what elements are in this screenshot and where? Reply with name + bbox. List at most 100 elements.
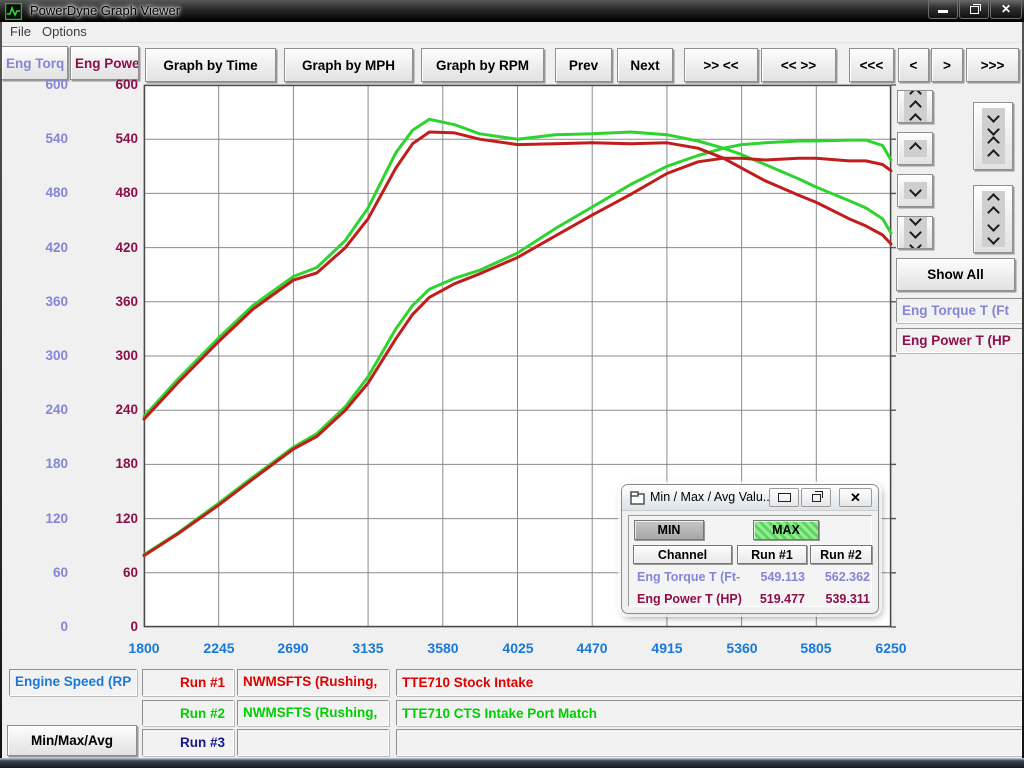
- minmax-window: Min / Max / Avg Valu... ✕ MIN MAX Channe…: [621, 484, 879, 614]
- run1-note: TTE710 Stock Intake: [396, 669, 1022, 696]
- torque-run2-max: 562.362: [808, 569, 870, 585]
- restore-icon: [970, 6, 979, 14]
- run1-label[interactable]: Run #1: [142, 669, 234, 696]
- expand-chevrons-icon: [982, 191, 1005, 247]
- y-tick-label: 240: [2, 402, 68, 418]
- app-icon: [5, 3, 22, 20]
- x-tick-label: 5360: [707, 640, 777, 656]
- scroll-back-button[interactable]: <: [898, 48, 929, 82]
- scale-down-fast-button[interactable]: [897, 216, 933, 249]
- minmax-window-icon: [630, 491, 646, 505]
- minmax-close-button[interactable]: ✕: [839, 488, 872, 507]
- minmax-minimize-button[interactable]: [769, 488, 799, 507]
- x-tick-label: 5805: [781, 640, 851, 656]
- min-button[interactable]: MIN: [634, 520, 704, 540]
- x-tick-label: 4915: [632, 640, 702, 656]
- y-tick-label: 180: [2, 456, 68, 472]
- y-tick-label: 600: [2, 77, 68, 93]
- channel-column-header[interactable]: Channel: [633, 545, 732, 564]
- x-tick-label: 4025: [483, 640, 553, 656]
- y-tick-label: 60: [72, 565, 138, 581]
- zoom-out-button[interactable]: << >>: [761, 48, 836, 82]
- run1-column-header[interactable]: Run #1: [737, 545, 807, 564]
- show-all-button[interactable]: Show All: [896, 258, 1015, 291]
- title-bar: PowerDyne Graph Viewer ✕: [0, 0, 1024, 22]
- y-tick-label: 600: [72, 77, 138, 93]
- run2-note: TTE710 CTS Intake Port Match: [396, 700, 1022, 726]
- torque-channel-label[interactable]: Eng Torque T (Ft: [896, 298, 1023, 323]
- power-channel-label[interactable]: Eng Power T (HP: [896, 328, 1023, 353]
- menu-file[interactable]: File: [4, 22, 37, 42]
- y-tick-label: 360: [2, 294, 68, 310]
- power-run2-max: 539.311: [808, 591, 870, 607]
- minmax-window-title: Min / Max / Avg Valu...: [650, 490, 773, 504]
- minmax-restore-button[interactable]: [801, 488, 831, 507]
- x-tick-label: 1800: [109, 640, 179, 656]
- run2-label[interactable]: Run #2: [142, 700, 234, 726]
- run3-label[interactable]: Run #3: [142, 729, 234, 756]
- prev-button[interactable]: Prev: [555, 48, 612, 82]
- scroll-forward-button[interactable]: >: [931, 48, 963, 82]
- y-tick-label: 60: [2, 565, 68, 581]
- y-tick-label: 480: [2, 185, 68, 201]
- y-tick-label: 300: [2, 348, 68, 364]
- torque-run1-max: 549.113: [737, 569, 805, 585]
- tab-eng-power[interactable]: Eng Powe: [70, 46, 139, 80]
- restore-button[interactable]: [959, 0, 989, 19]
- y-tick-label: 0: [2, 619, 68, 635]
- close-button[interactable]: ✕: [990, 0, 1022, 19]
- minimize-icon: [938, 10, 948, 13]
- max-button[interactable]: MAX: [753, 520, 819, 540]
- minmaxavg-button[interactable]: Min/Max/Avg: [7, 725, 137, 756]
- y-tick-label: 300: [72, 348, 138, 364]
- collapse-chevrons-icon: [982, 108, 1005, 164]
- y-tick-label: 420: [72, 240, 138, 256]
- scale-up-fast-button[interactable]: [897, 90, 933, 123]
- scale-up-button[interactable]: [897, 132, 933, 165]
- down-chevron-icon: [904, 182, 927, 199]
- minimize-icon: [778, 493, 791, 502]
- triple-down-chevron-icon: [904, 216, 927, 249]
- y-tick-label: 120: [72, 511, 138, 527]
- menu-options[interactable]: Options: [36, 22, 93, 42]
- close-icon: ✕: [1001, 2, 1011, 16]
- up-chevron-icon: [904, 140, 927, 157]
- graph-by-rpm-button[interactable]: Graph by RPM: [421, 48, 544, 82]
- x-tick-label: 3135: [333, 640, 403, 656]
- minmax-title-bar[interactable]: Min / Max / Avg Valu... ✕: [622, 485, 878, 511]
- menu-bar: File Options: [0, 22, 1024, 43]
- x-tick-label: 2690: [258, 640, 328, 656]
- y-tick-label: 480: [72, 185, 138, 201]
- scale-down-button[interactable]: [897, 174, 933, 207]
- range-expand-button[interactable]: [973, 185, 1013, 253]
- y-tick-label: 540: [2, 131, 68, 147]
- y-tick-label: 540: [72, 131, 138, 147]
- run1-file: NWMSFTS (Rushing,: [237, 669, 389, 696]
- zoom-in-button[interactable]: >> <<: [684, 48, 758, 82]
- y-tick-label: 0: [72, 619, 138, 635]
- x-tick-label: 3580: [408, 640, 478, 656]
- window-title: PowerDyne Graph Viewer: [30, 0, 180, 22]
- run2-column-header[interactable]: Run #2: [810, 545, 872, 564]
- scroll-last-button[interactable]: >>>: [966, 48, 1019, 82]
- torque-row-label: Eng Torque T (Ft-: [637, 569, 752, 585]
- triple-up-chevron-icon: [904, 90, 927, 123]
- x-tick-label: 4470: [557, 640, 627, 656]
- run2-file: NWMSFTS (Rushing,: [237, 700, 389, 726]
- graph-by-mph-button[interactable]: Graph by MPH: [284, 48, 413, 82]
- range-collapse-button[interactable]: [973, 102, 1013, 170]
- graph-by-time-button[interactable]: Graph by Time: [145, 48, 276, 82]
- y-tick-label: 240: [72, 402, 138, 418]
- scroll-first-button[interactable]: <<<: [849, 48, 894, 82]
- close-icon: ✕: [850, 489, 861, 506]
- minimize-button[interactable]: [928, 0, 958, 19]
- y-tick-label: 420: [2, 240, 68, 256]
- x-axis-channel-label[interactable]: Engine Speed (RP: [9, 669, 137, 696]
- next-button[interactable]: Next: [617, 48, 673, 82]
- x-tick-label: 6250: [856, 640, 926, 656]
- window-frame-bottom: [0, 758, 1024, 768]
- y-tick-label: 120: [2, 511, 68, 527]
- tab-eng-torque[interactable]: Eng Torq: [1, 46, 68, 80]
- run3-file: [237, 729, 389, 756]
- x-tick-label: 2245: [184, 640, 254, 656]
